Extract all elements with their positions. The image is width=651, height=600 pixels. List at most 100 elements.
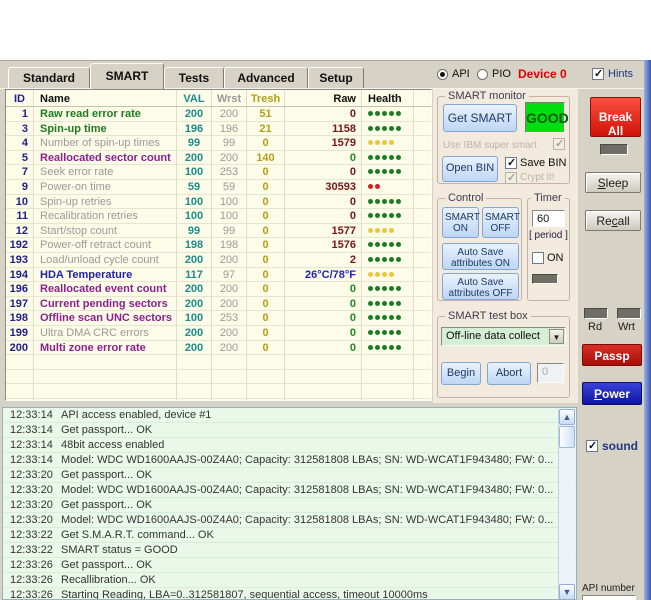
health-dot-icon [396,242,401,247]
health-dot-icon [396,257,401,262]
table-row[interactable] [6,370,431,385]
health-dot-icon [382,111,387,116]
test-select-dropdown[interactable]: Off-line data collect ▼ [441,327,566,346]
passp-button[interactable]: Passp [582,344,642,366]
open-bin-button[interactable]: Open BIN [442,156,498,182]
table-row[interactable]: 197 Current pending sectors 200 200 0 0 [6,297,431,312]
sound-checkbox[interactable] [586,440,598,452]
health-dot-icon [368,286,373,291]
ibm-super-smart-checkbox [553,138,565,150]
col-header-name: Name [34,90,177,106]
log-message: Get passport... OK [61,559,152,571]
health-dot-icon [396,111,401,116]
table-row[interactable]: 11 Recalibration retries 100 100 0 0 [6,209,431,224]
timer-on-checkbox[interactable] [532,252,544,264]
log-scrollbar[interactable]: ▲ ▼ [558,409,575,600]
break-all-button[interactable]: Break All [590,97,641,137]
pio-radio[interactable] [477,69,488,80]
dropdown-arrow-icon[interactable]: ▼ [549,329,564,344]
health-dot-icon [368,155,373,160]
col-header-health: Health [362,90,414,106]
table-row[interactable]: 194 HDA Temperature 117 97 0 26°C/78°F [6,268,431,283]
health-dot-icon [368,140,373,145]
log-timestamp: 12:33:22 [10,529,53,541]
log-timestamp: 12:33:26 [10,574,53,586]
table-row[interactable]: 7 Seek error rate 100 253 0 0 [6,165,431,180]
table-row[interactable]: 5 Reallocated sector count 200 200 140 0 [6,151,431,166]
smart-table-body: 1 Raw read error rate 200 200 51 0 3 Spi… [6,107,431,401]
table-row[interactable]: 9 Power-on time 59 59 0 30593 [6,180,431,195]
scrollbar-thumb[interactable] [559,426,575,448]
table-row[interactable] [6,399,431,401]
table-row[interactable]: 10 Spin-up retries 100 100 0 0 [6,195,431,210]
health-dot-icon [368,330,373,335]
health-dot-icon [368,272,373,277]
health-dot-icon [382,169,387,174]
health-dot-icon [396,315,401,320]
begin-test-button[interactable]: Begin [441,362,481,385]
health-dot-icon [382,228,387,233]
tab-tests[interactable]: Tests [164,67,224,88]
table-row[interactable]: 200 Multi zone error rate 200 200 0 0 [6,341,431,356]
health-dot-icon [382,199,387,204]
health-dot-icon [375,257,380,262]
abort-test-button[interactable]: Abort [487,362,531,385]
table-row[interactable] [6,384,431,399]
health-dot-icon [375,169,380,174]
smart-status-indicator: GOOD [525,102,565,133]
log-line: 12:33:14 Get passport... OK [3,423,576,438]
api-radio[interactable] [437,69,448,80]
tab-setup[interactable]: Setup [308,67,364,88]
table-row[interactable]: 193 Load/unload cycle count 200 200 0 2 [6,253,431,268]
api-radio-label: API [452,68,470,80]
table-row[interactable]: 1 Raw read error rate 200 200 51 0 [6,107,431,122]
log-message: 48bit access enabled [61,439,164,451]
auto-save-attributes-off-button[interactable]: Auto Save attributes OFF [442,273,519,300]
smart-off-button[interactable]: SMART OFF [482,207,519,238]
smart-test-box-title: SMART test box [445,310,531,322]
health-dot-icon [382,213,387,218]
tab-standard[interactable]: Standard [8,67,90,88]
table-row[interactable]: 4 Number of spin-up times 99 99 0 1579 [6,136,431,151]
health-dot-icon [382,140,387,145]
table-row[interactable] [6,355,431,370]
health-dot-icon [389,330,394,335]
scroll-up-icon[interactable]: ▲ [559,409,575,425]
tab-smart[interactable]: SMART [90,63,164,89]
table-row[interactable]: 198 Offline scan UNC sectors 100 253 0 0 [6,311,431,326]
tab-advanced[interactable]: Advanced [224,67,308,88]
table-row[interactable]: 3 Spin-up time 196 196 21 1158 [6,122,431,137]
table-row[interactable]: 192 Power-off retract count 198 198 0 15… [6,238,431,253]
health-dot-icon [368,199,373,204]
log-line: 12:33:26 Recallibration... OK [3,573,576,588]
power-button[interactable]: Power [582,382,642,405]
table-row[interactable]: 12 Start/stop count 99 99 0 1577 [6,224,431,239]
victoria-app: Standard SMART Tests Advanced Setup API … [0,0,651,600]
auto-save-attributes-on-button[interactable]: Auto Save attributes ON [442,243,519,270]
scroll-down-icon[interactable]: ▼ [559,584,575,600]
save-bin-checkbox[interactable] [505,157,517,169]
busy-led-indicator [600,144,628,155]
health-dot-icon [396,286,401,291]
table-header: ID Name VAL Wrst Tresh Raw Health [6,90,431,107]
table-row[interactable]: 199 Ultra DMA CRC errors 200 200 0 0 [6,326,431,341]
get-smart-button[interactable]: Get SMART [443,104,517,132]
log-timestamp: 12:33:14 [10,424,53,436]
table-row[interactable]: 196 Reallocated event count 200 200 0 0 [6,282,431,297]
health-dot-icon [389,301,394,306]
smart-on-button[interactable]: SMART ON [442,207,479,238]
sleep-button[interactable]: Sleep [585,172,641,193]
log-message: Model: WDC WD1600AAJS-00Z4A0; Capacity: … [61,484,553,496]
api-number-input[interactable] [582,595,636,600]
hints-checkbox[interactable] [592,68,604,80]
health-dot-icon [382,242,387,247]
health-dot-icon [368,111,373,116]
recall-button[interactable]: Recall [585,210,641,231]
health-dot-icon [375,242,380,247]
health-dot-icon [382,315,387,320]
timer-period-input[interactable]: 60 [532,210,565,227]
health-dot-icon [368,126,373,131]
crypt-it-checkbox [505,172,517,184]
health-dot-icon [382,126,387,131]
health-dot-icon [396,213,401,218]
